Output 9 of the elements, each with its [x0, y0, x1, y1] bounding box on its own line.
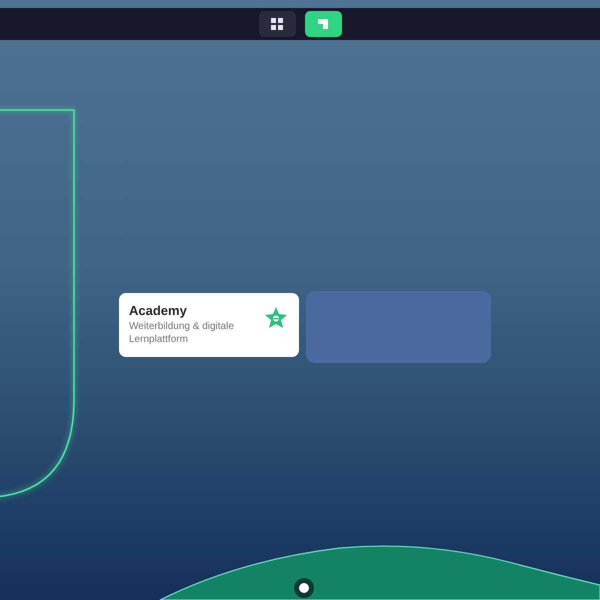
- corner-icon: [318, 19, 328, 29]
- star-icon: [265, 307, 287, 328]
- page-dot-icon[interactable]: [294, 578, 314, 598]
- toolbar-button[interactable]: [304, 11, 342, 37]
- app-card[interactable]: Academy Weiterbildung & digitale Lernplattform: [119, 293, 299, 357]
- toolbar-button[interactable]: [258, 11, 296, 37]
- card-description: Weiterbildung & digitale Lernplattform: [129, 320, 235, 346]
- card-title: Academy: [129, 303, 188, 318]
- grid-icon: [271, 18, 283, 30]
